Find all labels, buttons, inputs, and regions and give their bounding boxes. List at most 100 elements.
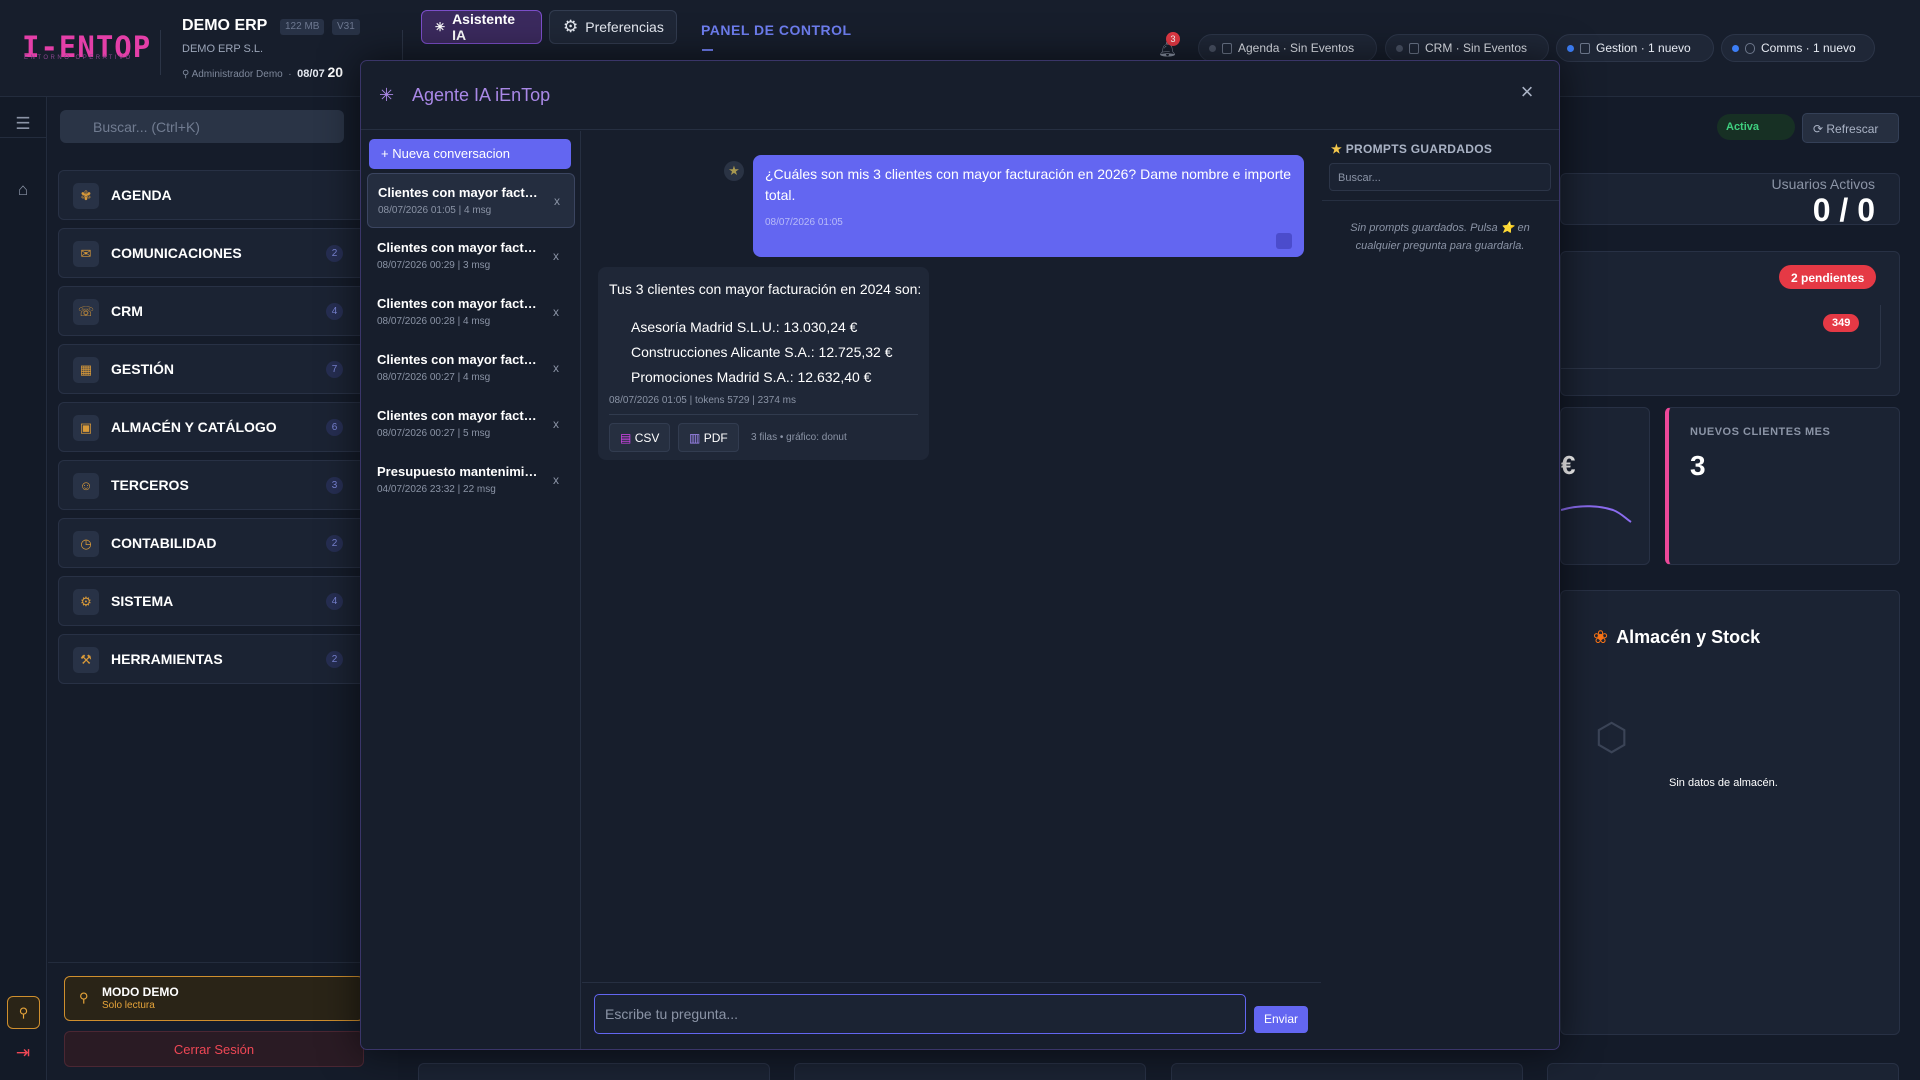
bot-intro: Tus 3 clientes con mayor facturación en … (609, 281, 922, 297)
sparkline (1561, 505, 1632, 523)
ai-agent-dialog: ✳ Agente IA iEnTop × + Nueva conversacio… (360, 60, 1560, 1050)
delete-icon[interactable]: x (553, 305, 559, 319)
count-badge: 349 (1823, 314, 1860, 332)
sidebar-item-terceros[interactable]: ☺ TERCEROS 3 (58, 460, 398, 510)
boxes-icon: ❀ (1593, 627, 1609, 647)
conversation-item[interactable]: Clientes con mayor factur... 08/07/2026 0… (367, 397, 575, 452)
sidebar-item-comunicaciones[interactable]: ✉ COMUNICACIONES 2 (58, 228, 398, 278)
module-icon: ☏ (73, 299, 99, 325)
refresh-icon: ⟳ (1813, 122, 1827, 136)
pill-comms[interactable]: Comms · 1 nuevo (1721, 34, 1875, 62)
delete-icon[interactable]: x (553, 473, 559, 487)
sidebar-item-contabilidad[interactable]: ◷ CONTABILIDAD 2 (58, 518, 398, 568)
bot-list-item: Asesoría Madrid S.L.U.: 13.030,24 € (631, 319, 858, 335)
demo-title: MODO DEMO (102, 985, 179, 999)
export-csv-button[interactable]: ▤ CSV (609, 423, 671, 452)
new-clients-card: NUEVOS CLIENTES MES 3 (1665, 407, 1900, 565)
lock-icon[interactable]: ⚲ (7, 996, 40, 1029)
bottom-card (1547, 1063, 1899, 1080)
delete-icon[interactable]: x (553, 249, 559, 263)
pill-agenda[interactable]: Agenda · Sin Eventos (1198, 34, 1377, 62)
preferences-button[interactable]: ⚙ Preferencias (549, 10, 677, 44)
conversation-item[interactable]: Clientes con mayor factur... 08/07/2026 0… (367, 229, 575, 284)
user-message-timestamp: 08/07/2026 01:05 (765, 217, 843, 228)
current-date: 08/07 (297, 68, 325, 80)
menu-icon[interactable]: ☰ (13, 114, 33, 134)
module-icon: ▦ (73, 357, 99, 383)
sidebar-item-agenda[interactable]: ✾ AGENDA (58, 170, 398, 220)
sidebar-item-crm[interactable]: ☏ CRM 4 (58, 286, 398, 336)
status-dot (1209, 44, 1216, 52)
copy-icon[interactable] (1276, 233, 1292, 249)
pending-badge: 2 pendientes (1779, 265, 1877, 289)
conversation-meta: 08/07/2026 00:27 | 5 msg (377, 428, 491, 439)
company-name: DEMO ERP S.L. (182, 43, 264, 55)
delete-icon[interactable]: x (553, 361, 559, 375)
conversation-title: Clientes con mayor factur... (377, 296, 542, 311)
new-conversation-button[interactable]: + Nueva conversacion (369, 139, 571, 169)
sidebar-item-count: 6 (326, 419, 343, 436)
conversation-item[interactable]: Clientes con mayor factur... 08/07/2026 0… (367, 341, 575, 396)
user-icon: ⚲ (182, 69, 192, 80)
module-icon: ⚒ (73, 647, 99, 673)
sidebar-item-gestión[interactable]: ▦ GESTIÓN 7 (58, 344, 398, 394)
star-icon[interactable]: ★ (724, 161, 744, 181)
conversation-item[interactable]: Clientes con mayor factur... 08/07/2026 0… (367, 285, 575, 340)
conversation-title: Presupuesto mantenimien... (377, 464, 542, 479)
new-clients-value: 3 (1690, 450, 1706, 481)
logout-button[interactable]: Cerrar Sesión (64, 1031, 364, 1067)
icon-rail: ☰ ⌂ ⚲ ⇥ (0, 97, 47, 1080)
active-users-value: 0 / 0 (1812, 192, 1875, 228)
version-badge: V31 (332, 19, 360, 35)
close-icon[interactable]: × (1516, 81, 1538, 103)
dialog-header: ✳ Agente IA iEnTop × (361, 61, 1559, 130)
pdf-label: PDF (703, 431, 728, 445)
export-pdf-button[interactable]: ▥ PDF (678, 423, 739, 452)
divider (609, 414, 918, 415)
calendar-icon (1222, 42, 1232, 54)
logout-icon[interactable]: ⇥ (13, 1043, 33, 1063)
active-users-card: Usuarios Activos 0 / 0 (1560, 173, 1900, 228)
sidebar-item-count: 4 (326, 303, 343, 320)
revenue-card: € (1560, 407, 1650, 565)
sidebar-item-almacén-y-catálogo[interactable]: ▣ ALMACÉN Y CATÁLOGO 6 (58, 402, 398, 452)
conversation-item[interactable]: Presupuesto mantenimien... 04/07/2026 23:… (367, 453, 575, 508)
star-icon: ★ (1331, 142, 1343, 156)
conversation-item[interactable]: Clientes con mayor factur... 08/07/2026 0… (367, 173, 575, 228)
pill-gestion[interactable]: Gestion · 1 nuevo (1556, 34, 1714, 62)
lock-icon: ⚲ (79, 990, 89, 1005)
sidebar-item-label: COMUNICACIONES (111, 245, 242, 261)
module-icon: ✉ (73, 241, 99, 267)
spinner-icon: ✳ (379, 85, 395, 105)
search-input[interactable]: Buscar... (Ctrl+K) (60, 110, 344, 143)
bot-meta: 08/07/2026 01:05 | tokens 5729 | 2374 ms (609, 395, 797, 406)
prompts-empty-text: Sin prompts guardados. Pulsa ⭐ en cualqu… (1350, 222, 1530, 252)
export-info: 3 filas • gráfico: donut (751, 432, 847, 443)
assistant-button[interactable]: ✳ Asistente IA (421, 10, 542, 44)
refresh-button[interactable]: ⟳ Refrescar (1802, 113, 1899, 143)
divider (1322, 200, 1559, 201)
bot-list-item: Promociones Madrid S.A.: 12.632,40 € (631, 369, 872, 385)
chat-input-bar: Enviar (582, 982, 1321, 1049)
module-icon: ▣ (73, 415, 99, 441)
sidebar-item-sistema[interactable]: ⚙ SISTEMA 4 (58, 576, 398, 626)
delete-icon[interactable]: x (553, 417, 559, 431)
pill-crm[interactable]: CRM · Sin Eventos (1385, 34, 1549, 62)
sparkle-icon: ✳ (435, 20, 446, 34)
sidebar-item-herramientas[interactable]: ⚒ HERRAMIENTAS 2 (58, 634, 398, 684)
page-title: PANEL DE CONTROL (701, 22, 852, 38)
box-icon: ⬡ (1595, 717, 1629, 759)
sidebar-item-label: CONTABILIDAD (111, 535, 217, 551)
sidebar-item-count: 7 (326, 361, 343, 378)
current-year: 20 (327, 64, 344, 80)
assistant-label: Asistente IA (452, 11, 516, 43)
send-button[interactable]: Enviar (1254, 1006, 1308, 1033)
module-icon: ✾ (73, 183, 99, 209)
sidebar-item-label: TERCEROS (111, 477, 189, 493)
delete-icon[interactable]: x (554, 194, 560, 208)
chat-input[interactable] (594, 994, 1246, 1034)
demo-subtitle: Solo lectura (102, 1000, 155, 1011)
home-icon[interactable]: ⌂ (13, 180, 33, 200)
prompts-search-input[interactable]: Buscar... (1329, 163, 1551, 191)
csv-label: CSV (634, 431, 660, 445)
